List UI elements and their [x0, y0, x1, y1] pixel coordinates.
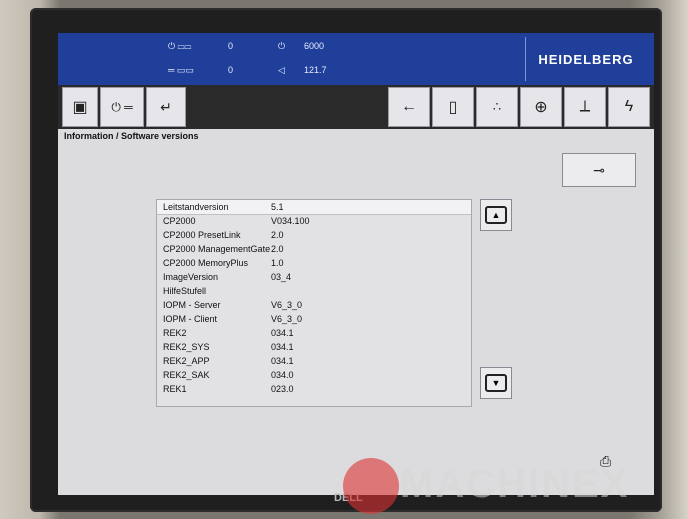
status-value-b2: 121.7: [304, 65, 327, 75]
power-button[interactable]: ϟ: [608, 87, 650, 127]
arrow-left-button[interactable]: ←: [388, 87, 430, 127]
table-row[interactable]: REK1 023.0: [157, 382, 471, 396]
table-row[interactable]: IOPM - Client V6_3_0: [157, 312, 471, 326]
table-row[interactable]: REK2 034.1: [157, 326, 471, 340]
table-row[interactable]: CP2000 PresetLink 2.0: [157, 228, 471, 242]
back-button[interactable]: ↵: [146, 87, 186, 127]
scroll-down-icon: ▼: [485, 374, 507, 392]
card-button[interactable]: ▣: [62, 87, 98, 127]
crosshair-button[interactable]: ⊕: [520, 87, 562, 127]
wash-button[interactable]: ⟂: [564, 87, 606, 127]
speed-icon: ═ ▭▭: [168, 65, 194, 75]
table-row[interactable]: ImageVersion 03_4: [157, 270, 471, 284]
table-row[interactable]: HilfeStufell: [157, 284, 471, 298]
software-version-table: Leitstandversion 5.1 CP2000 V034.100 CP2…: [156, 199, 472, 407]
status-value-a1: 0: [228, 41, 234, 51]
status-bar: ⏻ ▭▭ 0 ⏻ 6000 ═ ▭▭ 0 ◁ 121.7 HEIDELBERG: [58, 33, 654, 85]
angle-icon: ◁: [278, 65, 285, 75]
status-value-b1: 6000: [304, 41, 325, 51]
table-row[interactable]: IOPM - Server V6_3_0: [157, 298, 471, 312]
timer-icon: ⏻: [278, 41, 286, 51]
table-row[interactable]: REK2_APP 034.1: [157, 354, 471, 368]
heidelberg-logo: HEIDELBERG: [525, 37, 646, 81]
key-button[interactable]: ⊸: [562, 153, 636, 187]
monitor-screen: ⏻ ▭▭ 0 ⏻ 6000 ═ ▭▭ 0 ◁ 121.7 HEIDELBERG …: [58, 33, 654, 495]
power-icon: ⏻ ▭▭: [168, 41, 192, 51]
scroll-up-button[interactable]: ▲: [480, 199, 512, 231]
status-value-a2: 0: [228, 65, 234, 75]
table-row[interactable]: CP2000 MemoryPlus 1.0: [157, 256, 471, 270]
table-row[interactable]: REK2_SAK 034.0: [157, 368, 471, 382]
mode-button[interactable]: ⏻ ═: [100, 87, 144, 127]
toolbar: ▣ ⏻ ═ ↵ ← ▯ ∴ ⊕ ⟂ ϟ: [58, 85, 654, 129]
machinex-logo-circle: [343, 458, 399, 514]
table-row[interactable]: REK2_SYS 034.1: [157, 340, 471, 354]
machinex-watermark: MACHINEX: [400, 462, 630, 506]
breadcrumb: Information / Software versions: [64, 131, 199, 141]
water-button[interactable]: ∴: [476, 87, 518, 127]
scroll-up-icon: ▲: [485, 206, 507, 224]
door-button[interactable]: ▯: [432, 87, 474, 127]
table-row[interactable]: Leitstandversion 5.1: [157, 200, 471, 215]
key-icon: ⊸: [593, 161, 605, 178]
scroll-down-button[interactable]: ▼: [480, 367, 512, 399]
brand-text: HEIDELBERG: [538, 51, 634, 67]
table-row[interactable]: CP2000 V034.100: [157, 214, 471, 228]
table-row[interactable]: CP2000 ManagementGate 2.0: [157, 242, 471, 256]
